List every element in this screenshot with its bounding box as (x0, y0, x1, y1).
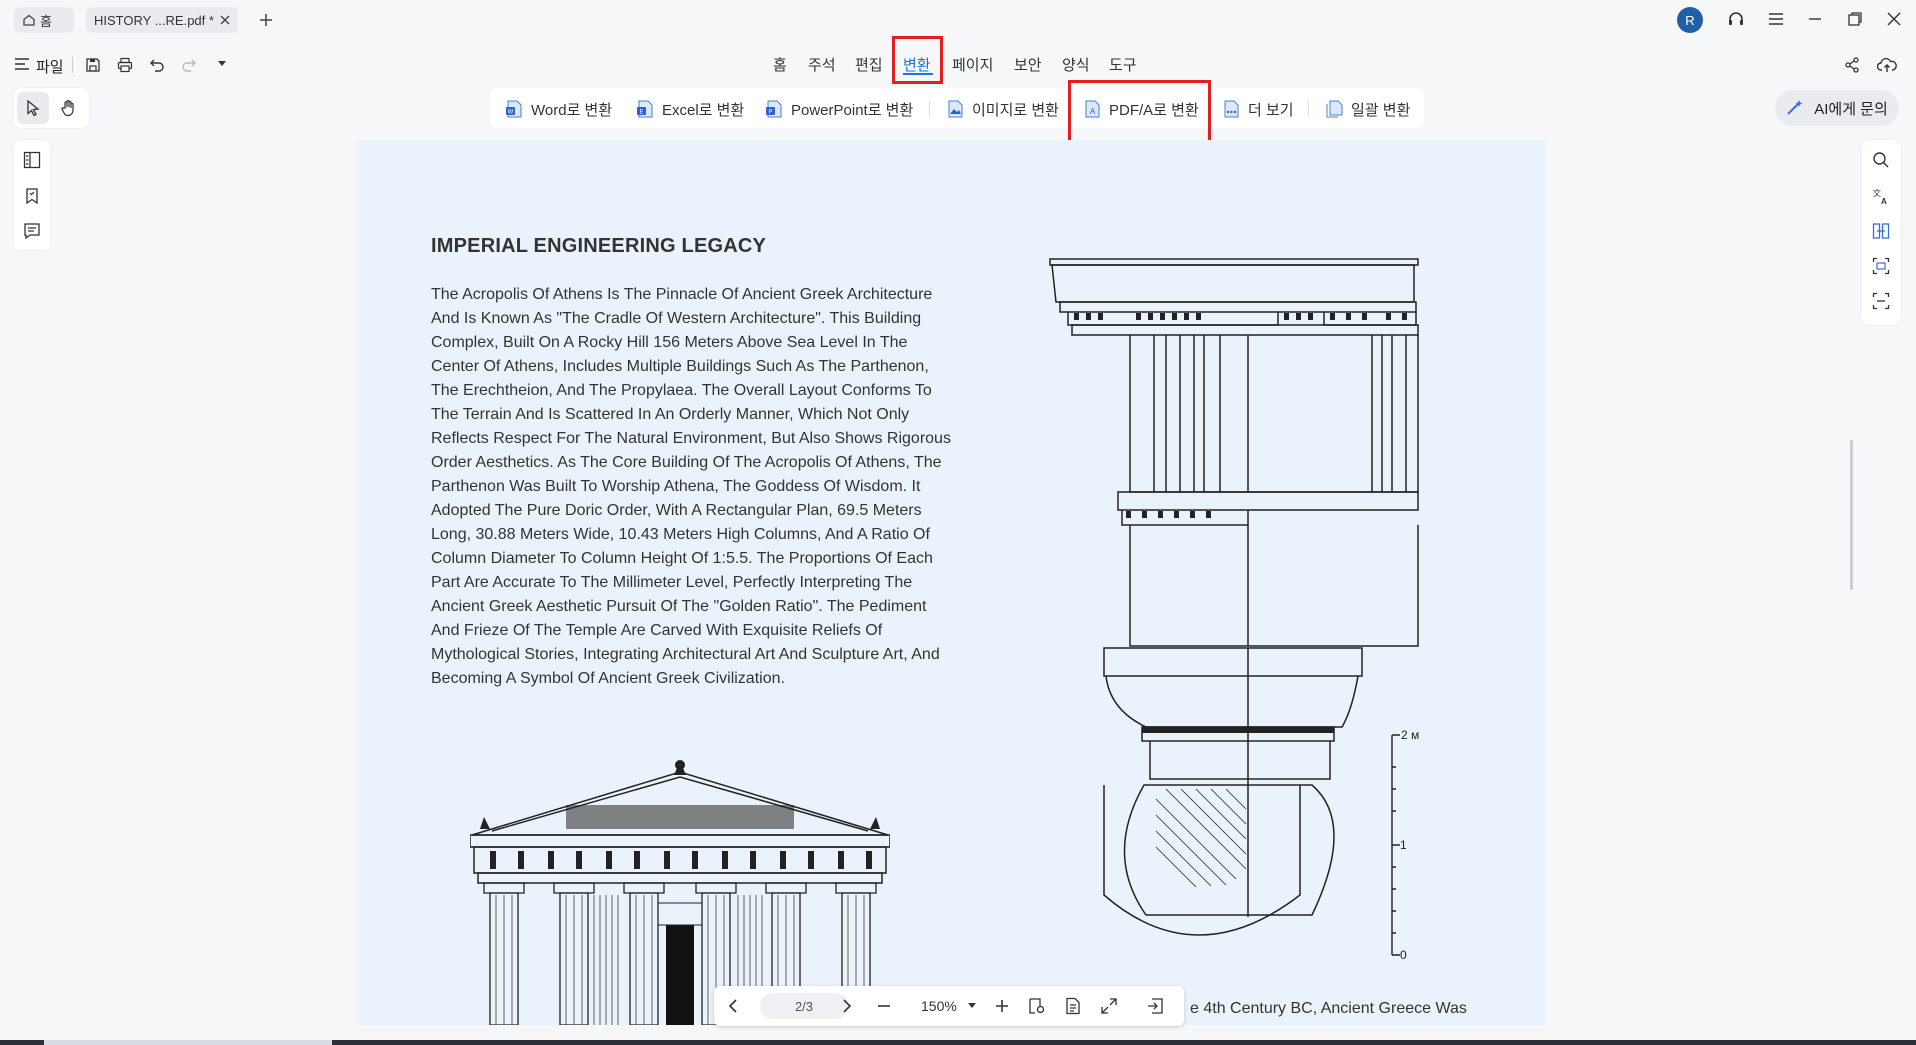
ocr-scan-icon[interactable] (1872, 257, 1890, 275)
search-icon[interactable] (1872, 151, 1890, 169)
more-convert-button[interactable]: 더 보기 (1222, 98, 1294, 120)
partial-text-line: e 4th Century BC, Ancient Greece Was (1190, 1000, 1467, 1017)
menu-home[interactable]: 홈 (773, 54, 787, 75)
scale-label-0: 0 (1400, 948, 1407, 962)
undo-icon[interactable] (149, 57, 165, 73)
word-convert-button[interactable]: W Word로 변환 (505, 98, 612, 120)
cloud-upload-icon[interactable] (1877, 56, 1897, 74)
tab-home[interactable]: 홈 (14, 7, 74, 33)
batch-file-icon (1325, 100, 1343, 118)
word-convert-label: Word로 변환 (531, 101, 613, 119)
page-navigation-bar: 2/3 150% (714, 986, 1184, 1026)
cursor-arrow-icon (25, 100, 41, 116)
thumbnails-icon[interactable] (23, 151, 41, 169)
page-settings-icon[interactable] (1028, 997, 1046, 1015)
restore-icon[interactable] (1847, 11, 1863, 27)
ai-sparkle-icon (1786, 99, 1804, 117)
more-file-icon (1222, 100, 1240, 118)
translate-icon[interactable]: 文A (1872, 187, 1890, 205)
zoom-out-icon[interactable] (876, 998, 892, 1014)
previous-page-icon[interactable] (726, 998, 742, 1014)
file-menu[interactable]: 파일 (36, 56, 64, 77)
share-icon[interactable] (1844, 57, 1860, 73)
presentation-exit-icon[interactable] (1146, 997, 1164, 1015)
zoom-dropdown-icon[interactable] (968, 1003, 976, 1009)
scale-label-2m: 2 м (1401, 728, 1419, 742)
horizontal-scroll-thumb[interactable] (44, 1040, 332, 1045)
left-navigation-panel (13, 140, 51, 250)
svg-text:文: 文 (1873, 188, 1881, 198)
powerpoint-convert-button[interactable]: P PowerPoint로 변환 (765, 98, 913, 120)
title-bar: 홈 HISTORY ...RE.pdf * R (0, 0, 1916, 40)
excel-convert-button[interactable]: E Excel로 변환 (636, 98, 744, 120)
redo-icon[interactable] (181, 57, 197, 73)
zoom-in-icon[interactable] (994, 998, 1010, 1014)
image-file-icon (946, 100, 964, 118)
svg-text:P: P (768, 110, 772, 116)
pdf-page: IMPERIAL ENGINEERING LEGACY The Acropoli… (356, 140, 1546, 1025)
powerpoint-file-icon: P (765, 100, 783, 118)
headset-icon[interactable] (1726, 10, 1746, 30)
hand-icon (60, 99, 78, 117)
new-tab-icon[interactable] (258, 12, 274, 28)
highlight-box-convert (892, 36, 943, 84)
close-window-icon[interactable] (1886, 11, 1902, 27)
parthenon-facade-drawing (470, 755, 890, 1025)
menu-page[interactable]: 페이지 (952, 54, 993, 75)
avatar-letter: R (1685, 12, 1695, 28)
excel-file-icon: E (636, 100, 654, 118)
svg-text:W: W (508, 110, 514, 116)
image-convert-button[interactable]: 이미지로 변환 (946, 98, 1059, 120)
powerpoint-convert-label: PowerPoint로 변환 (791, 101, 914, 119)
divider (929, 101, 930, 117)
svg-text:A: A (1881, 197, 1887, 205)
batch-convert-label: 일괄 변환 (1351, 101, 1411, 119)
menu-form[interactable]: 양식 (1062, 54, 1090, 75)
tab-document-label: HISTORY ...RE.pdf * (94, 12, 214, 28)
print-icon[interactable] (117, 57, 133, 73)
excel-convert-label: Excel로 변환 (662, 101, 745, 119)
user-avatar[interactable]: R (1677, 7, 1703, 33)
minimize-icon[interactable] (1807, 11, 1823, 27)
menu-annotate[interactable]: 주석 (808, 54, 836, 75)
select-tool-button[interactable] (17, 92, 49, 124)
doric-order-drawing: 2 м 1 0 (1046, 255, 1446, 970)
svg-text:E: E (639, 110, 643, 116)
divider (72, 57, 73, 73)
menu-lines-icon[interactable] (14, 57, 30, 71)
compare-icon[interactable] (1872, 222, 1890, 240)
menu-security[interactable]: 보안 (1014, 54, 1042, 75)
save-icon[interactable] (85, 57, 101, 73)
comment-icon[interactable] (23, 222, 41, 240)
vertical-scrollbar-thumb[interactable] (1850, 440, 1853, 590)
close-tab-icon[interactable] (220, 15, 230, 25)
screenshot-capture-icon[interactable] (1872, 292, 1890, 310)
page-number-input[interactable]: 2/3 (760, 993, 848, 1019)
divider (1308, 101, 1309, 117)
more-convert-label: 더 보기 (1248, 101, 1294, 119)
menu-tools[interactable]: 도구 (1109, 54, 1137, 75)
next-page-icon[interactable] (838, 998, 854, 1014)
hamburger-menu-icon[interactable] (1767, 11, 1785, 27)
hand-tool-button[interactable] (53, 92, 85, 124)
document-body-text: The Acropolis Of Athens Is The Pinnacle … (431, 286, 951, 687)
word-file-icon: W (505, 100, 523, 118)
bookmark-icon[interactable] (23, 187, 41, 205)
tab-home-label: 홈 (40, 13, 52, 29)
ask-ai-label: AI에게 문의 (1814, 100, 1888, 118)
document-title: IMPERIAL ENGINEERING LEGACY (431, 235, 767, 257)
page-view-icon[interactable] (1064, 997, 1082, 1015)
scale-label-1: 1 (1400, 838, 1407, 852)
pointer-tools-panel (13, 88, 89, 128)
batch-convert-button[interactable]: 일괄 변환 (1325, 98, 1410, 120)
zoom-level[interactable]: 150% (921, 998, 957, 1014)
fit-page-icon[interactable] (1100, 997, 1118, 1015)
right-tools-panel: 文A (1861, 140, 1901, 325)
home-icon (22, 13, 36, 27)
chevron-down-icon[interactable] (217, 60, 227, 68)
ask-ai-button[interactable]: AI에게 문의 (1775, 90, 1899, 126)
menu-edit[interactable]: 편집 (855, 54, 883, 75)
tab-document[interactable]: HISTORY ...RE.pdf * (86, 7, 238, 33)
image-convert-label: 이미지로 변환 (972, 101, 1059, 119)
